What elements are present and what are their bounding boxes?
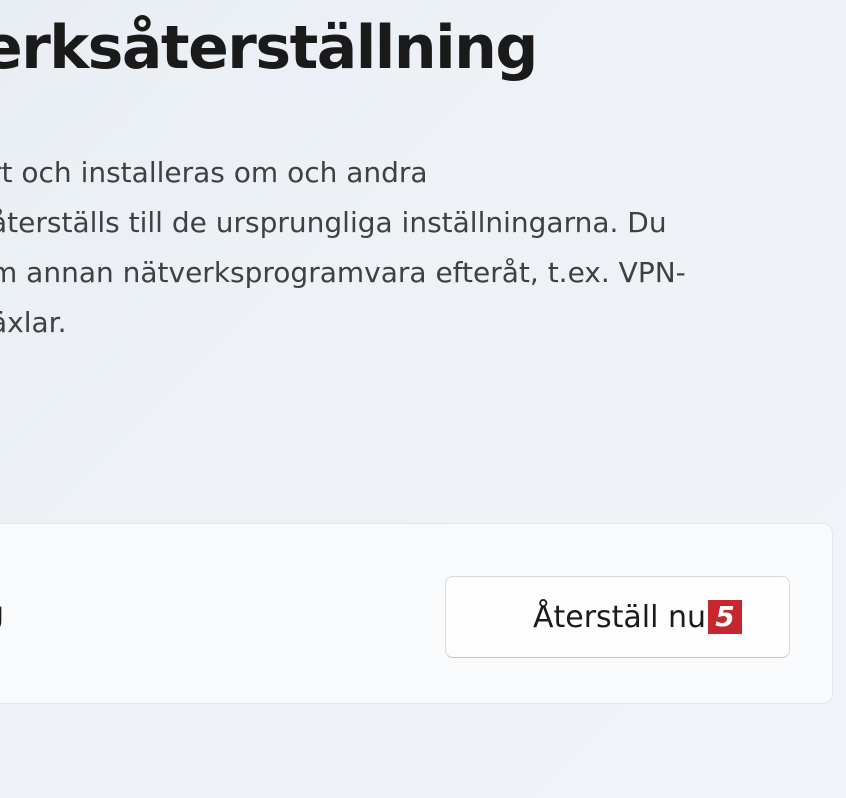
page-title: erksåterställning (0, 13, 538, 83)
network-reset-description: rt och installeras om och andra återstäl… (0, 148, 830, 348)
reset-now-button-label: Återställ nu (532, 599, 707, 635)
description-line: återställs till de ursprungliga inställn… (0, 206, 667, 239)
description-line: rt och installeras om och andra (0, 156, 428, 189)
step-number-badge: 5 (708, 600, 743, 634)
description-line: m annan nätverksprogramvara efteråt, t.e… (0, 256, 686, 289)
description-line: äxlar. (0, 306, 67, 339)
reset-now-button[interactable]: Återställ nu 5 (445, 576, 790, 658)
network-reset-label: g (0, 594, 4, 634)
network-reset-card: g Återställ nu 5 (0, 523, 833, 704)
